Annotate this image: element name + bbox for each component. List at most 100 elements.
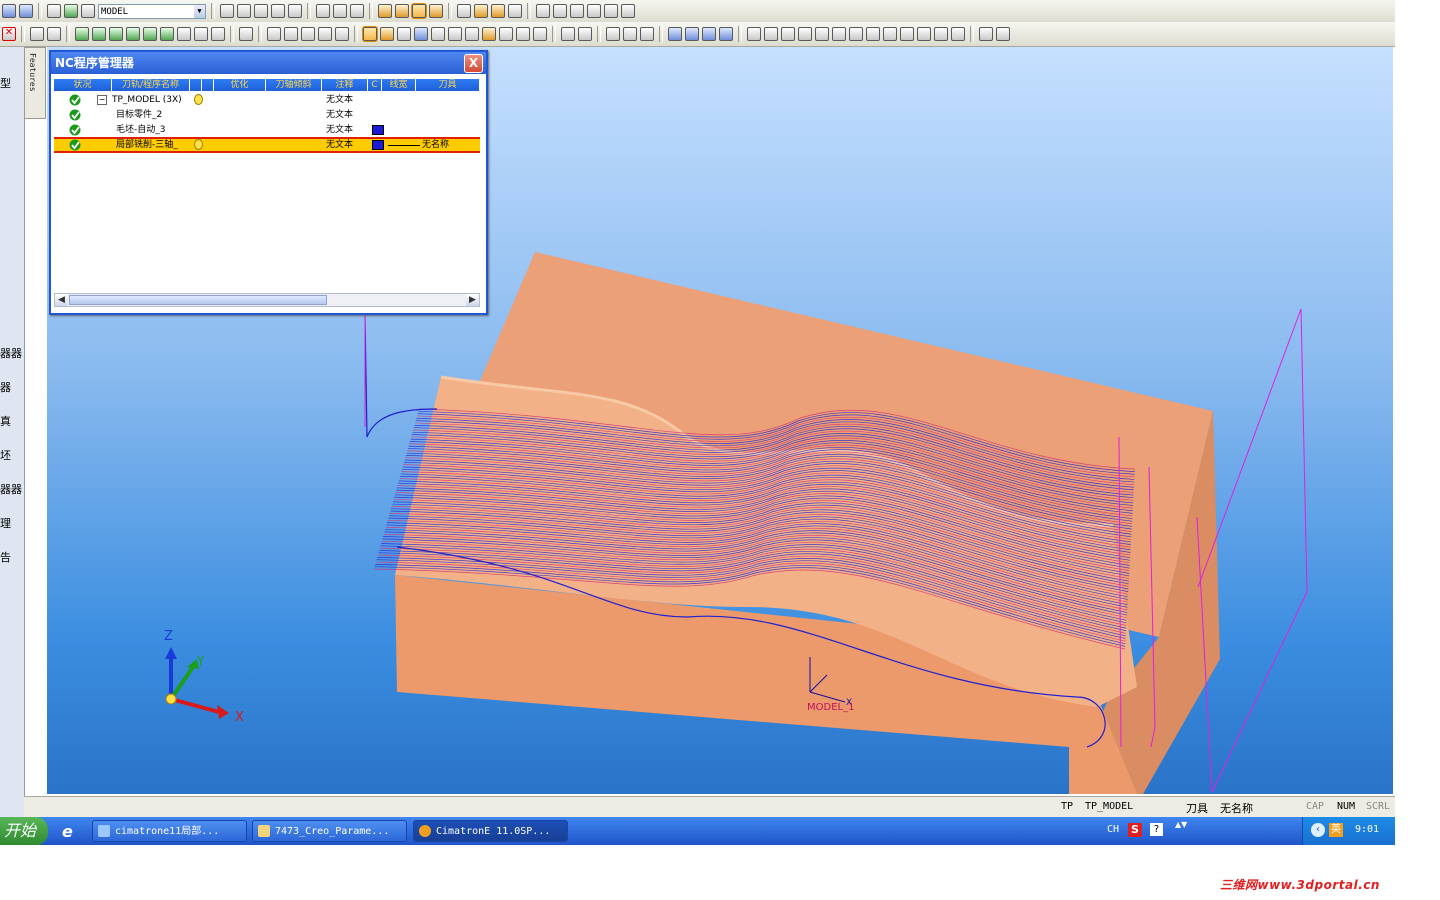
color-swatch[interactable] [372,140,384,150]
hidden-line-icon[interactable] [429,4,443,18]
box-solid-icon[interactable] [284,27,298,41]
rotate-icon[interactable] [288,4,302,18]
arrow-right-icon[interactable] [553,4,567,18]
browser-quicklaunch-icon[interactable]: e [62,822,73,841]
view-iso-icon[interactable] [316,4,330,18]
close-button[interactable]: X [464,54,483,73]
nc-verify-icon[interactable] [516,27,530,41]
filter-body-icon[interactable] [160,27,174,41]
zoom-fit-icon[interactable] [254,4,268,18]
close-icon[interactable]: ✕ [2,27,16,41]
wireframe-icon[interactable] [411,3,427,19]
taskbar-item-active[interactable]: CimatronE 11.0SP... [413,820,568,842]
view-cube-icon[interactable] [350,4,364,18]
model-tree-icon[interactable] [81,4,95,18]
horizontal-scrollbar[interactable]: ◀ ▶ [54,293,480,307]
filter-face-icon[interactable] [109,27,123,41]
info-icon[interactable] [448,27,462,41]
pointer-icon[interactable] [239,27,253,41]
left-panel-label[interactable]: 理 [0,515,11,531]
nc-params-icon[interactable] [465,27,479,41]
filter-wire-icon[interactable] [194,27,208,41]
save-as-icon[interactable] [19,4,33,18]
lightbulb-icon[interactable] [194,139,203,150]
filter-curve-icon[interactable] [92,27,106,41]
surface-icon[interactable] [606,27,620,41]
table-row-selected[interactable]: 局部铣削-三轴_ 无文本 无名称 [54,137,480,153]
pick-icon[interactable] [47,27,61,41]
light-icon[interactable] [457,4,471,18]
language-indicator[interactable]: CH [1107,824,1119,835]
render-icon[interactable] [378,4,392,18]
scroll-right-icon[interactable]: ▶ [466,294,479,306]
chevron-down-icon[interactable]: ▼ [194,4,205,18]
erase-icon[interactable] [951,27,965,41]
taskbar-item[interactable]: cimatrone11局部... [92,820,247,842]
shade-icon[interactable] [395,4,409,18]
tray-collapse-icon[interactable]: ‹ [1311,823,1325,837]
solid-icon[interactable] [623,27,637,41]
column-header[interactable]: 线宽 [382,79,416,91]
filter-set-icon[interactable] [211,27,225,41]
filter-edge-icon[interactable] [126,27,140,41]
csys-move-icon[interactable] [685,27,699,41]
left-panel-label[interactable]: 告 [0,549,11,565]
left-panel-label[interactable]: 真 [0,413,11,429]
lightbulb-icon[interactable] [194,94,203,105]
column-header[interactable] [190,79,202,91]
cloud-icon[interactable] [64,4,78,18]
view-menu-icon[interactable] [333,4,347,18]
scroll-left-icon[interactable]: ◀ [55,294,68,306]
properties-icon[interactable] [604,4,618,18]
spline-icon[interactable] [815,27,829,41]
transform-icon[interactable] [934,27,948,41]
nc-post-icon[interactable] [533,27,547,41]
xyz-icon[interactable] [917,27,931,41]
scroll-thumb[interactable] [69,295,327,305]
circle-icon[interactable] [781,27,795,41]
model-combo[interactable]: MODEL ▼ [98,3,206,19]
nc-table-icon[interactable] [414,27,428,41]
column-header[interactable]: 优化 [214,79,266,91]
zoom-window-icon[interactable] [237,4,251,18]
box-edges-icon[interactable] [335,27,349,41]
angle-icon[interactable] [883,27,897,41]
start-button[interactable]: 开始 [0,817,48,845]
filter-green-icon[interactable] [75,27,89,41]
left-panel-label[interactable]: 器 [0,379,11,395]
taskbar-item[interactable]: 7473_Creo_Parame... [252,820,407,842]
help-icon[interactable]: ? [1150,823,1163,836]
column-header[interactable] [202,79,214,91]
column-header[interactable]: 刀具 [416,79,480,91]
column-header[interactable]: 刀轴倾斜 [266,79,322,91]
color-swatch[interactable] [372,125,384,135]
table-row[interactable]: 目标零件_2 无文本 [54,108,480,122]
frame-icon[interactable] [900,27,914,41]
undo-icon[interactable] [979,27,993,41]
lightbulb-icon[interactable] [474,4,488,18]
copy-icon[interactable] [47,4,61,18]
left-panel-label[interactable]: 坯 [0,447,11,463]
column-header[interactable]: C [368,79,382,91]
input-method-icon[interactable]: S [1128,823,1142,837]
search-icon[interactable] [508,4,522,18]
nc-tool-icon[interactable] [431,27,445,41]
redo-icon[interactable] [996,27,1010,41]
box-shaded-icon[interactable] [318,27,332,41]
nc-stock-icon[interactable] [482,27,496,41]
tray-app-icon[interactable]: 英 [1329,823,1343,837]
lightbulb-on-icon[interactable] [491,4,505,18]
bookmark-icon[interactable] [621,4,635,18]
left-panel-label[interactable]: 型 [0,75,11,91]
table-row[interactable]: − TP_MODEL (3X) 无文本 [54,93,480,107]
box-icon[interactable] [267,27,281,41]
expand-toggle[interactable]: − [97,95,107,105]
table-row[interactable]: 毛坯-自动_3 无文本 [54,123,480,137]
filter-icon[interactable] [570,4,584,18]
check-icon[interactable] [561,27,575,41]
filter-point-icon[interactable] [143,27,157,41]
csys-rotate-icon[interactable] [702,27,716,41]
nc-process-icon[interactable] [362,26,378,42]
box-hidden-icon[interactable] [301,27,315,41]
offset-icon[interactable] [849,27,863,41]
